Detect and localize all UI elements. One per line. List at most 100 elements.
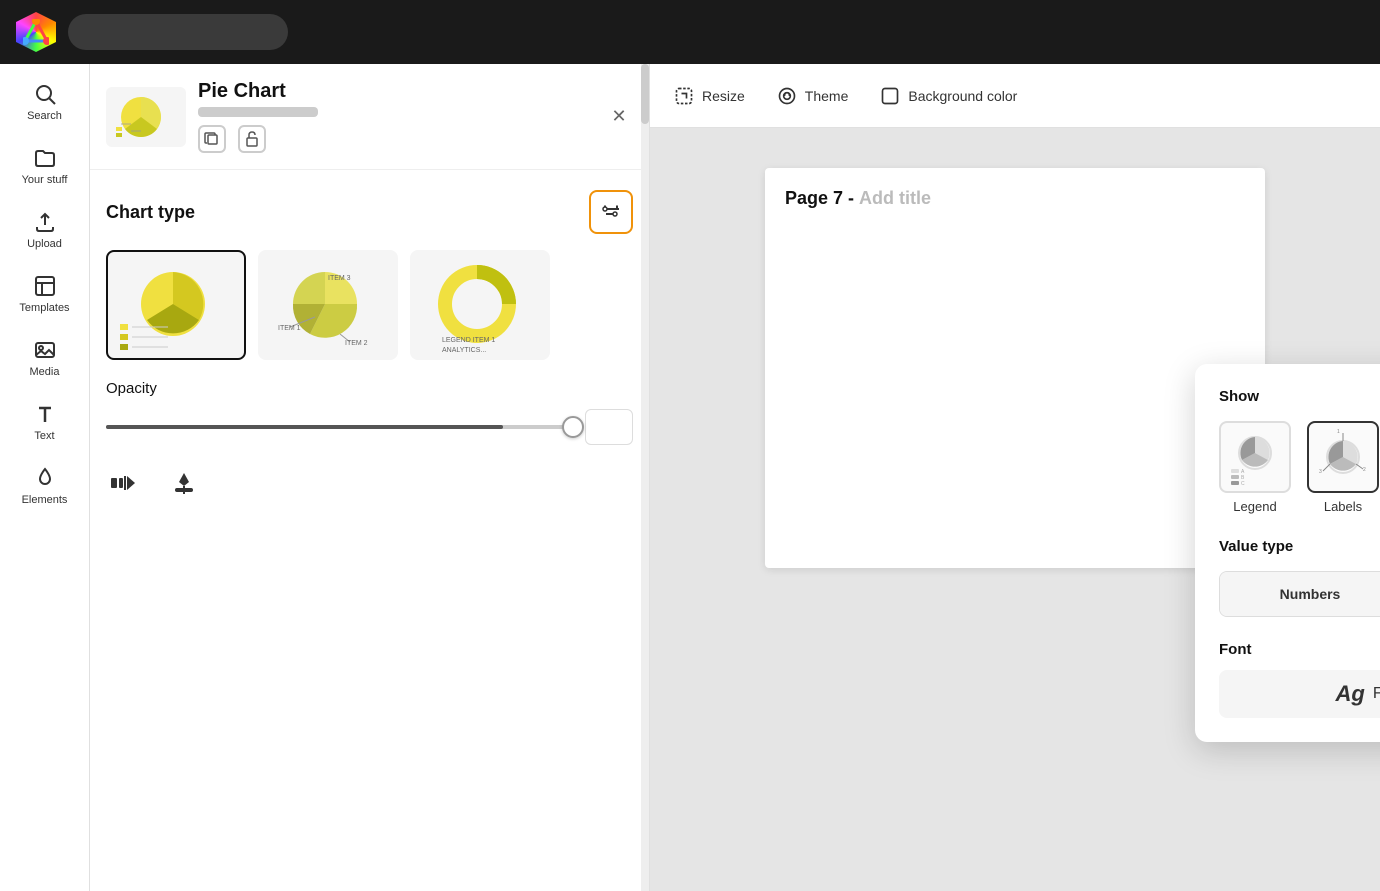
legend-thumb: A B C: [1219, 421, 1291, 493]
canvas-toolbar: Resize Theme Background color: [650, 64, 1380, 128]
duplicate-icon: [204, 131, 220, 147]
numbers-button[interactable]: Numbers: [1220, 572, 1380, 616]
folder-icon: [33, 146, 57, 170]
sidebar-item-upload[interactable]: Upload: [5, 200, 85, 260]
sidebar-item-your-stuff-label: Your stuff: [22, 174, 68, 186]
crop-icon: [169, 468, 199, 498]
svg-text:ITEM 1: ITEM 1: [278, 325, 301, 332]
sidebar-item-media-label: Media: [30, 366, 60, 378]
unlock-icon-btn[interactable]: [238, 125, 266, 153]
opacity-slider-fill: [106, 425, 503, 429]
popup-panel: Show A B C: [1195, 364, 1380, 742]
bottom-icons-row: [90, 465, 649, 501]
svg-text:ANALYTICS...: ANALYTICS...: [442, 347, 486, 354]
opacity-label: Opacity: [106, 380, 633, 397]
svg-text:3: 3: [1319, 469, 1322, 475]
chart-thumb-3[interactable]: LEGEND ITEM 1 ANALYTICS...: [410, 250, 550, 360]
popup-font-title: Font: [1219, 641, 1380, 658]
opacity-slider-thumb[interactable]: [562, 416, 584, 438]
sidebar-item-media[interactable]: Media: [5, 328, 85, 388]
sidebar-item-templates[interactable]: Templates: [5, 264, 85, 324]
scrollbar-track: [641, 64, 649, 891]
svg-text:1: 1: [1337, 429, 1340, 435]
search-icon: [33, 82, 57, 106]
sidebar-item-your-stuff[interactable]: Your stuff: [5, 136, 85, 196]
font-settings-button[interactable]: Ag Font settings: [1219, 670, 1380, 718]
filter-button[interactable]: [589, 190, 633, 234]
close-icon[interactable]: ✕: [605, 103, 633, 131]
filter-icon: [601, 202, 621, 222]
flip-icon-btn[interactable]: [106, 465, 142, 501]
opacity-section: Opacity: [90, 380, 649, 465]
chart-type-header: Chart type: [106, 190, 633, 234]
chart-type-grid: ITEM 1 ITEM 2 ITEM 3 LEGEND ITEM 1 ANALY…: [106, 250, 633, 360]
upload-icon: [33, 210, 57, 234]
duplicate-icon-btn[interactable]: [198, 125, 226, 153]
background-color-label: Background color: [908, 88, 1017, 104]
background-color-button[interactable]: Background color: [880, 86, 1017, 106]
theme-label: Theme: [805, 88, 849, 104]
opacity-slider-row: [106, 409, 633, 445]
opacity-input[interactable]: [585, 409, 633, 445]
page-container: Page 7 - Add title: [765, 168, 1265, 568]
panel-title: Pie Chart: [198, 80, 593, 103]
value-type-row: Numbers Percentage: [1219, 571, 1380, 617]
flip-icon: [109, 468, 139, 498]
chart-type-section: Chart type: [90, 170, 649, 380]
theme-button[interactable]: Theme: [777, 86, 849, 106]
panel-icons: [198, 125, 593, 153]
chart-thumb-1[interactable]: [106, 250, 246, 360]
crop-icon-btn[interactable]: [166, 465, 202, 501]
scrollbar-thumb[interactable]: [641, 64, 649, 124]
background-color-icon: [880, 86, 900, 106]
sidebar-item-elements[interactable]: Elements: [5, 456, 85, 516]
show-option-labels[interactable]: 1 2 3 Labels: [1307, 421, 1379, 514]
chart-type-label: Chart type: [106, 202, 195, 223]
resize-icon: [674, 86, 694, 106]
opacity-slider-track[interactable]: [106, 425, 573, 429]
panel-title-area: Pie Chart: [198, 80, 593, 153]
media-icon: [33, 338, 57, 362]
sidebar-item-elements-label: Elements: [22, 494, 68, 506]
legend-label: Legend: [1233, 499, 1276, 514]
canvas-area: Resize Theme Background color: [650, 64, 1380, 891]
chart-thumb-2[interactable]: ITEM 1 ITEM 2 ITEM 3: [258, 250, 398, 360]
templates-icon: [33, 274, 57, 298]
panel-thumbnail: [106, 87, 186, 147]
main-layout: Search Your stuff Upload Templates: [0, 64, 1380, 891]
resize-button[interactable]: Resize: [674, 86, 745, 106]
popup-value-type-title: Value type: [1219, 538, 1380, 555]
show-option-legend[interactable]: A B C Legend: [1219, 421, 1291, 514]
sidebar-item-text[interactable]: Text: [5, 392, 85, 452]
unlock-icon: [244, 131, 260, 147]
panel-title-bar: [198, 107, 318, 117]
sidebar-item-text-label: Text: [34, 430, 54, 442]
labels-label: Labels: [1324, 499, 1362, 514]
popup-show-title: Show: [1219, 388, 1380, 405]
page-number: Page 7 -: [785, 188, 854, 208]
font-settings-label: Font settings: [1373, 685, 1380, 703]
topbar: [0, 0, 1380, 64]
sidebar: Search Your stuff Upload Templates: [0, 64, 90, 891]
sidebar-item-search-label: Search: [27, 110, 62, 122]
elements-icon: [33, 466, 57, 490]
theme-icon: [777, 86, 797, 106]
add-title-placeholder[interactable]: Add title: [859, 188, 931, 208]
topbar-search[interactable]: [68, 14, 288, 50]
svg-text:C: C: [1241, 481, 1245, 485]
svg-text:ITEM 2: ITEM 2: [345, 340, 368, 347]
labels-thumb: 1 2 3: [1307, 421, 1379, 493]
svg-text:LEGEND ITEM 1: LEGEND ITEM 1: [442, 337, 495, 344]
app-logo[interactable]: [16, 12, 56, 52]
panel-header: Pie Chart: [90, 64, 649, 170]
sidebar-item-upload-label: Upload: [27, 238, 62, 250]
resize-label: Resize: [702, 88, 745, 104]
text-icon: [33, 402, 57, 426]
show-options: A B C Legend: [1219, 421, 1380, 514]
sidebar-item-search[interactable]: Search: [5, 72, 85, 132]
font-ag-icon: Ag: [1336, 681, 1365, 707]
page-title: Page 7 - Add title: [785, 188, 1245, 209]
sidebar-item-templates-label: Templates: [19, 302, 69, 314]
svg-text:2: 2: [1363, 467, 1366, 473]
side-panel: Pie Chart: [90, 64, 650, 891]
